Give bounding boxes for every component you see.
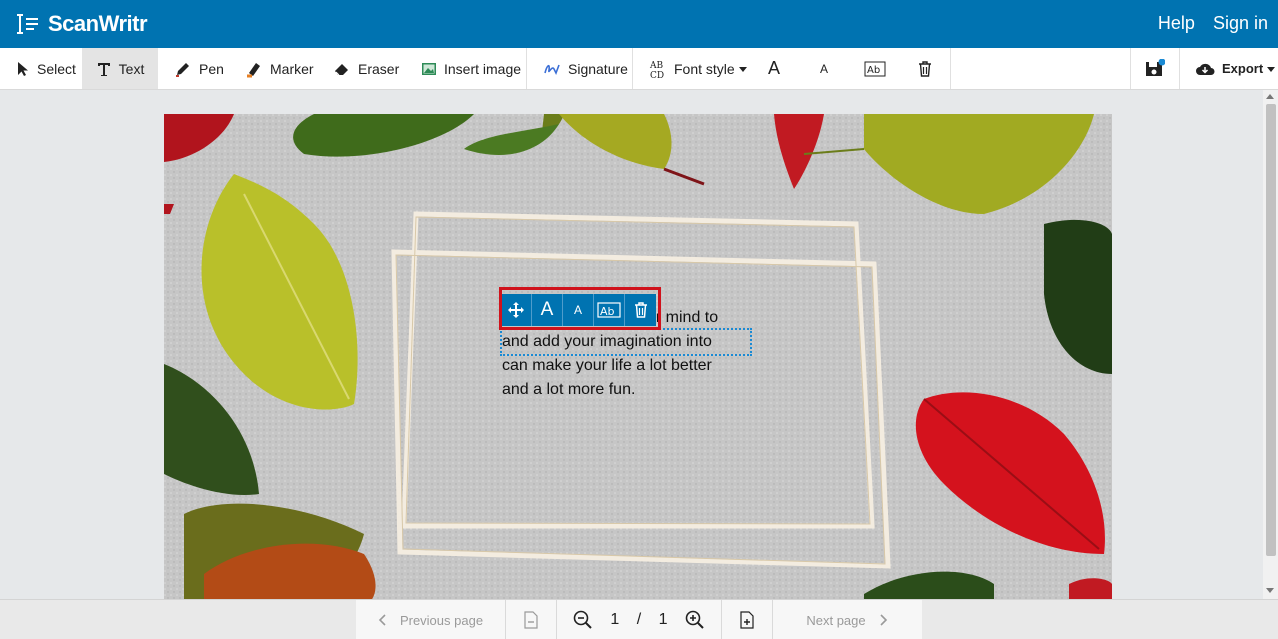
save-button[interactable]	[1145, 48, 1172, 89]
document-page[interactable]: ur mind to and add your imagination into…	[164, 114, 1112, 599]
pen-tool-button[interactable]: Pen	[174, 48, 224, 89]
eraser-icon	[335, 63, 348, 75]
select-tool-label: Select	[37, 60, 76, 77]
text-background-button[interactable]: Ab	[864, 48, 893, 89]
zoom-out-icon[interactable]	[573, 610, 593, 630]
eraser-tool-button[interactable]: Eraser	[333, 48, 399, 89]
svg-text:CD: CD	[650, 71, 664, 79]
marker-icon	[247, 62, 260, 77]
remove-page-button[interactable]	[506, 600, 556, 639]
help-link[interactable]: Help	[1158, 13, 1195, 34]
add-page-button[interactable]	[722, 600, 772, 639]
cloud-download-icon	[1196, 63, 1215, 75]
marker-tool-label: Marker	[270, 60, 314, 77]
text-line-selected[interactable]: and add your imagination into	[500, 328, 752, 356]
chevron-right-icon	[880, 614, 887, 626]
text-line-3: can make your life a lot better	[502, 357, 712, 374]
trash-icon	[919, 60, 931, 77]
large-a-icon: A	[768, 58, 781, 78]
sign-in-link[interactable]: Sign in	[1213, 13, 1268, 34]
document-workspace: ur mind to and add your imagination into…	[0, 90, 1263, 599]
zoom-in-icon[interactable]	[685, 610, 705, 630]
logo-icon	[14, 11, 40, 37]
next-page-button[interactable]: Next page	[773, 600, 921, 639]
app-logo[interactable]: ScanWritr	[14, 11, 148, 37]
increase-font-button[interactable]: A	[768, 48, 780, 89]
image-icon	[422, 62, 436, 75]
insert-image-button[interactable]: Insert image	[421, 48, 521, 89]
text-line-4: and a lot more fun.	[502, 381, 636, 398]
floppy-disk-icon	[1146, 58, 1165, 76]
text-tool-label: Text	[118, 60, 145, 77]
insert-image-label: Insert image	[444, 60, 522, 77]
vertical-scrollbar[interactable]	[1263, 90, 1278, 599]
select-tool-button[interactable]: Select	[16, 48, 76, 89]
page-plus-icon	[740, 611, 754, 629]
toolbar-divider	[632, 48, 633, 89]
caret-down-icon	[1267, 66, 1276, 72]
caret-down-icon	[738, 66, 747, 72]
toolbar-divider	[1130, 48, 1131, 89]
pagination-controls: Previous page 1 / 1 Next page	[356, 600, 922, 639]
scroll-up-icon[interactable]	[1266, 94, 1274, 99]
app-name: ScanWritr	[48, 11, 148, 36]
text-box-icon: Ab	[864, 61, 886, 76]
next-page-label: Next page	[806, 612, 866, 628]
font-style-label: Font style	[674, 60, 735, 77]
app-header: ScanWritr Help Sign in	[0, 0, 1278, 48]
font-style-icon: ABCD	[649, 61, 664, 79]
pen-tool-label: Pen	[199, 60, 224, 77]
zoom-and-page-indicator: 1 / 1	[557, 600, 721, 639]
signature-icon	[544, 64, 560, 75]
pagination-bar: Previous page 1 / 1 Next page	[0, 599, 1278, 639]
previous-page-button[interactable]: Previous page	[356, 600, 505, 639]
eraser-tool-label: Eraser	[358, 60, 400, 77]
toolbar-divider	[950, 48, 951, 89]
svg-text:AB: AB	[649, 61, 663, 71]
signature-label: Signature	[568, 60, 628, 77]
delete-button[interactable]	[917, 48, 940, 89]
toolbar-divider	[526, 48, 527, 89]
export-label: Export	[1222, 61, 1264, 76]
chevron-left-icon	[378, 614, 386, 626]
text-tool-button[interactable]: Text	[82, 48, 158, 89]
scroll-down-icon[interactable]	[1266, 588, 1274, 593]
marker-tool-button[interactable]: Marker	[245, 48, 314, 89]
pen-icon	[176, 62, 189, 77]
total-pages: 1	[658, 611, 668, 628]
page-minus-icon	[524, 611, 538, 629]
page-separator: /	[636, 611, 642, 628]
decrease-font-button[interactable]: A	[820, 48, 828, 89]
editor-toolbar: Select Text Pen Marker Eraser Insert ima…	[0, 48, 1278, 145]
signature-button[interactable]: Signature	[543, 48, 628, 89]
svg-text:Ab: Ab	[867, 65, 880, 76]
font-style-dropdown[interactable]: AB CD Font style	[649, 48, 748, 89]
text-t-icon	[97, 62, 110, 76]
previous-page-label: Previous page	[399, 612, 484, 628]
floating-toolbar-highlight	[499, 287, 661, 330]
cursor-arrow-icon	[18, 61, 28, 76]
small-a-icon: A	[820, 61, 829, 76]
current-page-number: 1	[610, 611, 620, 628]
scroll-thumb[interactable]	[1266, 104, 1276, 556]
export-dropdown[interactable]: Export	[1195, 48, 1276, 89]
toolbar-divider	[1179, 48, 1180, 89]
